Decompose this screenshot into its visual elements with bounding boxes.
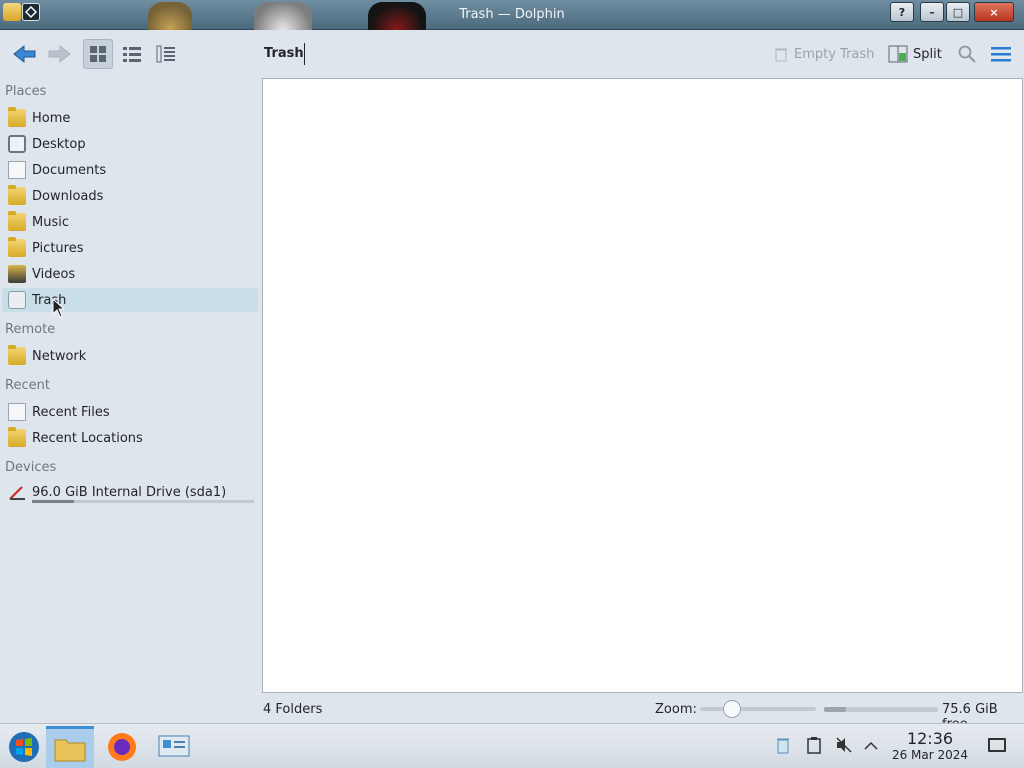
recent-locations-icon — [8, 427, 26, 447]
trash-tray-icon[interactable] — [774, 736, 792, 754]
section-recent: Recent — [5, 378, 50, 393]
hamburger-menu-button[interactable] — [988, 39, 1014, 69]
section-places: Places — [5, 84, 47, 99]
arrow-left-icon — [13, 44, 36, 64]
zoom-slider[interactable] — [700, 700, 816, 718]
item-count: 4 Folders — [263, 702, 323, 717]
split-label: Split — [913, 46, 942, 62]
hamburger-menu-icon — [991, 47, 1011, 62]
desktop-icon — [8, 135, 26, 153]
split-button[interactable]: Split — [888, 39, 942, 69]
section-devices: Devices — [5, 460, 57, 475]
sidebar-item-desktop[interactable]: Desktop — [2, 132, 258, 156]
location-caret — [304, 43, 305, 65]
sidebar-item-trash[interactable]: Trash — [2, 288, 258, 312]
mouse-cursor — [52, 298, 66, 318]
downloads-folder-icon — [8, 185, 26, 205]
maximize-button[interactable]: □ — [946, 2, 970, 22]
close-button[interactable]: × — [974, 2, 1014, 22]
system-settings-icon — [158, 735, 190, 757]
firefox-task[interactable] — [98, 726, 146, 768]
sidebar-item-videos[interactable]: Videos — [2, 262, 258, 286]
firefox-icon — [108, 733, 136, 761]
file-view[interactable] — [262, 78, 1023, 693]
pictures-folder-icon — [8, 237, 26, 257]
volume-muted-icon[interactable] — [835, 736, 853, 754]
empty-trash-button[interactable]: Empty Trash — [774, 39, 874, 69]
trash-icon — [8, 291, 26, 309]
places-panel: Places Home Desktop Documents Downloads … — [0, 78, 262, 696]
sidebar-item-network[interactable]: Network — [2, 344, 258, 368]
empty-trash-label: Empty Trash — [794, 46, 875, 62]
free-space-bar — [824, 707, 938, 712]
system-tray-expand-icon[interactable] — [862, 736, 880, 754]
minimize-button[interactable]: – — [920, 2, 944, 22]
back-button[interactable] — [10, 39, 40, 69]
details-view-button[interactable] — [151, 39, 181, 69]
digital-clock[interactable]: 12:36 26 Mar 2024 — [882, 730, 978, 763]
trash-icon — [775, 48, 787, 62]
documents-icon — [8, 161, 26, 179]
sidebar-item-pictures[interactable]: Pictures — [2, 236, 258, 260]
music-folder-icon — [8, 211, 26, 231]
hard-drive-icon — [8, 483, 26, 501]
videos-folder-icon — [8, 265, 26, 283]
help-button[interactable]: ? — [890, 2, 914, 22]
details-view-icon — [156, 45, 175, 63]
search-icon — [958, 45, 976, 63]
compact-view-icon — [123, 47, 141, 62]
zoom-slider-handle[interactable] — [723, 700, 742, 718]
system-settings-task[interactable] — [150, 726, 198, 768]
status-bar: 4 Folders Zoom: 75.6 GiB free — [262, 697, 1024, 732]
clock-time: 12:36 — [906, 729, 954, 748]
taskbar: 12:36 26 Mar 2024 — [0, 723, 1024, 768]
icons-view-button[interactable] — [83, 39, 113, 69]
icons-view-icon — [90, 46, 106, 62]
section-remote: Remote — [5, 322, 56, 337]
clock-date: 26 Mar 2024 — [891, 748, 969, 762]
compact-view-button[interactable] — [117, 39, 147, 69]
folder-icon — [54, 739, 86, 761]
sidebar-item-music[interactable]: Music — [2, 210, 258, 234]
show-desktop-icon[interactable] — [988, 738, 1006, 752]
arrow-right-icon — [48, 44, 71, 64]
window-titlebar[interactable]: Trash — Dolphin ? – □ × — [0, 0, 1024, 30]
breadcrumb[interactable]: Trash — [264, 46, 304, 61]
free-space-fill — [824, 707, 846, 712]
sidebar-item-recent-files[interactable]: Recent Files — [2, 400, 258, 424]
sidebar-item-home[interactable]: Home — [2, 106, 258, 130]
zoom-label: Zoom: — [655, 702, 697, 717]
dolphin-task[interactable] — [46, 726, 94, 768]
split-view-icon — [888, 45, 908, 63]
network-folder-icon — [8, 345, 26, 365]
sidebar-item-downloads[interactable]: Downloads — [2, 184, 258, 208]
window-title: Trash — Dolphin — [459, 7, 565, 22]
sidebar-item-documents[interactable]: Documents — [2, 158, 258, 182]
clipboard-icon[interactable] — [805, 736, 823, 754]
sidebar-item-recent-locations[interactable]: Recent Locations — [2, 426, 258, 450]
drive-usage-fill — [32, 500, 75, 503]
start-menu-button[interactable] — [0, 726, 48, 768]
drive-usage-bar — [32, 500, 254, 503]
search-button[interactable] — [955, 39, 979, 69]
recent-files-icon — [8, 403, 26, 421]
start-menu-icon — [9, 732, 39, 762]
main-toolbar: Trash Empty Trash Split — [0, 31, 1024, 77]
home-folder-icon — [8, 107, 26, 127]
forward-button[interactable] — [44, 39, 74, 69]
